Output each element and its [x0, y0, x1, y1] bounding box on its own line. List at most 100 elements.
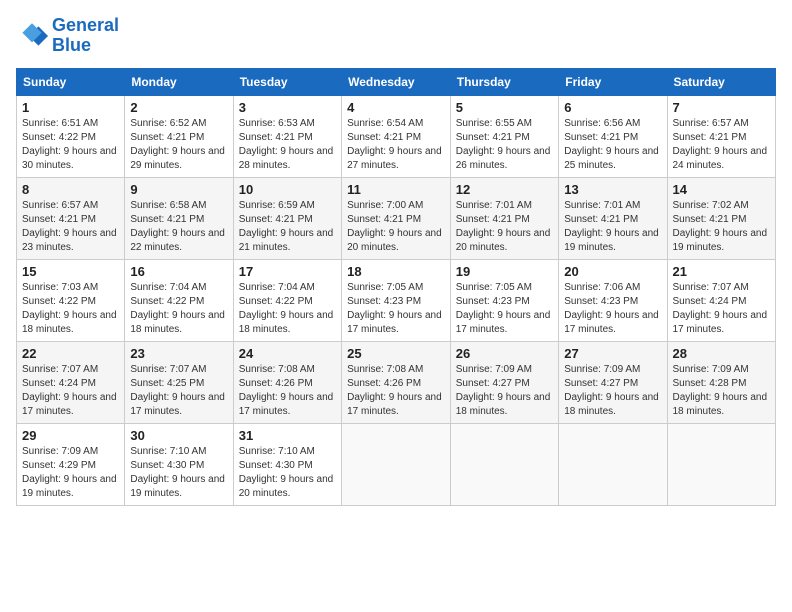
calendar-cell: 13 Sunrise: 7:01 AM Sunset: 4:21 PM Dayl…	[559, 177, 667, 259]
day-number: 5	[456, 100, 553, 115]
calendar-cell: 3 Sunrise: 6:53 AM Sunset: 4:21 PM Dayli…	[233, 95, 341, 177]
calendar-cell: 7 Sunrise: 6:57 AM Sunset: 4:21 PM Dayli…	[667, 95, 776, 177]
page-header: General Blue	[16, 16, 776, 56]
day-info: Sunrise: 7:03 AM Sunset: 4:22 PM Dayligh…	[22, 281, 119, 337]
day-number: 30	[130, 428, 227, 443]
day-info: Sunrise: 6:57 AM Sunset: 4:21 PM Dayligh…	[673, 117, 771, 173]
calendar-cell: 24 Sunrise: 7:08 AM Sunset: 4:26 PM Dayl…	[233, 341, 341, 423]
day-info: Sunrise: 7:04 AM Sunset: 4:22 PM Dayligh…	[130, 281, 227, 337]
calendar-cell: 27 Sunrise: 7:09 AM Sunset: 4:27 PM Dayl…	[559, 341, 667, 423]
day-info: Sunrise: 6:58 AM Sunset: 4:21 PM Dayligh…	[130, 199, 227, 255]
calendar-cell: 1 Sunrise: 6:51 AM Sunset: 4:22 PM Dayli…	[17, 95, 125, 177]
day-info: Sunrise: 7:07 AM Sunset: 4:25 PM Dayligh…	[130, 363, 227, 419]
day-info: Sunrise: 7:07 AM Sunset: 4:24 PM Dayligh…	[673, 281, 771, 337]
day-number: 10	[239, 182, 336, 197]
day-number: 3	[239, 100, 336, 115]
day-number: 26	[456, 346, 553, 361]
day-info: Sunrise: 7:09 AM Sunset: 4:27 PM Dayligh…	[564, 363, 661, 419]
week-row-2: 8 Sunrise: 6:57 AM Sunset: 4:21 PM Dayli…	[17, 177, 776, 259]
day-number: 28	[673, 346, 771, 361]
calendar-cell: 23 Sunrise: 7:07 AM Sunset: 4:25 PM Dayl…	[125, 341, 233, 423]
day-number: 12	[456, 182, 553, 197]
day-number: 24	[239, 346, 336, 361]
calendar-cell	[667, 423, 776, 505]
day-info: Sunrise: 6:57 AM Sunset: 4:21 PM Dayligh…	[22, 199, 119, 255]
calendar-cell: 25 Sunrise: 7:08 AM Sunset: 4:26 PM Dayl…	[342, 341, 451, 423]
calendar-cell: 17 Sunrise: 7:04 AM Sunset: 4:22 PM Dayl…	[233, 259, 341, 341]
day-number: 2	[130, 100, 227, 115]
day-number: 16	[130, 264, 227, 279]
day-info: Sunrise: 7:09 AM Sunset: 4:29 PM Dayligh…	[22, 445, 119, 501]
weekday-header-saturday: Saturday	[667, 68, 776, 95]
day-info: Sunrise: 6:52 AM Sunset: 4:21 PM Dayligh…	[130, 117, 227, 173]
day-number: 1	[22, 100, 119, 115]
day-info: Sunrise: 7:08 AM Sunset: 4:26 PM Dayligh…	[347, 363, 445, 419]
day-number: 17	[239, 264, 336, 279]
calendar-cell: 12 Sunrise: 7:01 AM Sunset: 4:21 PM Dayl…	[450, 177, 558, 259]
day-info: Sunrise: 7:00 AM Sunset: 4:21 PM Dayligh…	[347, 199, 445, 255]
calendar-cell: 15 Sunrise: 7:03 AM Sunset: 4:22 PM Dayl…	[17, 259, 125, 341]
day-number: 7	[673, 100, 771, 115]
day-info: Sunrise: 7:07 AM Sunset: 4:24 PM Dayligh…	[22, 363, 119, 419]
day-info: Sunrise: 7:05 AM Sunset: 4:23 PM Dayligh…	[456, 281, 553, 337]
day-info: Sunrise: 7:08 AM Sunset: 4:26 PM Dayligh…	[239, 363, 336, 419]
calendar-cell: 8 Sunrise: 6:57 AM Sunset: 4:21 PM Dayli…	[17, 177, 125, 259]
calendar-cell: 22 Sunrise: 7:07 AM Sunset: 4:24 PM Dayl…	[17, 341, 125, 423]
day-number: 31	[239, 428, 336, 443]
calendar-cell: 28 Sunrise: 7:09 AM Sunset: 4:28 PM Dayl…	[667, 341, 776, 423]
day-number: 25	[347, 346, 445, 361]
day-info: Sunrise: 7:02 AM Sunset: 4:21 PM Dayligh…	[673, 199, 771, 255]
logo-text: General Blue	[52, 16, 119, 56]
day-number: 9	[130, 182, 227, 197]
day-number: 4	[347, 100, 445, 115]
calendar-cell: 19 Sunrise: 7:05 AM Sunset: 4:23 PM Dayl…	[450, 259, 558, 341]
day-number: 11	[347, 182, 445, 197]
day-number: 6	[564, 100, 661, 115]
day-info: Sunrise: 7:10 AM Sunset: 4:30 PM Dayligh…	[130, 445, 227, 501]
day-info: Sunrise: 6:59 AM Sunset: 4:21 PM Dayligh…	[239, 199, 336, 255]
calendar-cell	[559, 423, 667, 505]
calendar-cell: 26 Sunrise: 7:09 AM Sunset: 4:27 PM Dayl…	[450, 341, 558, 423]
day-number: 13	[564, 182, 661, 197]
day-number: 21	[673, 264, 771, 279]
week-row-1: 1 Sunrise: 6:51 AM Sunset: 4:22 PM Dayli…	[17, 95, 776, 177]
day-number: 8	[22, 182, 119, 197]
day-number: 18	[347, 264, 445, 279]
calendar-table: SundayMondayTuesdayWednesdayThursdayFrid…	[16, 68, 776, 506]
calendar-cell: 10 Sunrise: 6:59 AM Sunset: 4:21 PM Dayl…	[233, 177, 341, 259]
day-number: 14	[673, 182, 771, 197]
calendar-cell	[450, 423, 558, 505]
day-info: Sunrise: 6:54 AM Sunset: 4:21 PM Dayligh…	[347, 117, 445, 173]
day-info: Sunrise: 6:55 AM Sunset: 4:21 PM Dayligh…	[456, 117, 553, 173]
logo: General Blue	[16, 16, 119, 56]
day-info: Sunrise: 7:09 AM Sunset: 4:28 PM Dayligh…	[673, 363, 771, 419]
day-number: 19	[456, 264, 553, 279]
day-number: 20	[564, 264, 661, 279]
weekday-header-wednesday: Wednesday	[342, 68, 451, 95]
day-number: 23	[130, 346, 227, 361]
weekday-header-row: SundayMondayTuesdayWednesdayThursdayFrid…	[17, 68, 776, 95]
day-info: Sunrise: 7:05 AM Sunset: 4:23 PM Dayligh…	[347, 281, 445, 337]
week-row-3: 15 Sunrise: 7:03 AM Sunset: 4:22 PM Dayl…	[17, 259, 776, 341]
calendar-cell: 14 Sunrise: 7:02 AM Sunset: 4:21 PM Dayl…	[667, 177, 776, 259]
day-number: 22	[22, 346, 119, 361]
day-info: Sunrise: 7:10 AM Sunset: 4:30 PM Dayligh…	[239, 445, 336, 501]
calendar-cell: 30 Sunrise: 7:10 AM Sunset: 4:30 PM Dayl…	[125, 423, 233, 505]
day-info: Sunrise: 6:53 AM Sunset: 4:21 PM Dayligh…	[239, 117, 336, 173]
calendar-cell: 31 Sunrise: 7:10 AM Sunset: 4:30 PM Dayl…	[233, 423, 341, 505]
calendar-cell: 11 Sunrise: 7:00 AM Sunset: 4:21 PM Dayl…	[342, 177, 451, 259]
day-info: Sunrise: 7:04 AM Sunset: 4:22 PM Dayligh…	[239, 281, 336, 337]
weekday-header-monday: Monday	[125, 68, 233, 95]
calendar-cell: 9 Sunrise: 6:58 AM Sunset: 4:21 PM Dayli…	[125, 177, 233, 259]
day-info: Sunrise: 7:01 AM Sunset: 4:21 PM Dayligh…	[564, 199, 661, 255]
day-number: 27	[564, 346, 661, 361]
day-info: Sunrise: 6:56 AM Sunset: 4:21 PM Dayligh…	[564, 117, 661, 173]
day-number: 29	[22, 428, 119, 443]
weekday-header-friday: Friday	[559, 68, 667, 95]
weekday-header-tuesday: Tuesday	[233, 68, 341, 95]
day-number: 15	[22, 264, 119, 279]
weekday-header-sunday: Sunday	[17, 68, 125, 95]
calendar-cell: 29 Sunrise: 7:09 AM Sunset: 4:29 PM Dayl…	[17, 423, 125, 505]
day-info: Sunrise: 7:01 AM Sunset: 4:21 PM Dayligh…	[456, 199, 553, 255]
calendar-cell: 16 Sunrise: 7:04 AM Sunset: 4:22 PM Dayl…	[125, 259, 233, 341]
